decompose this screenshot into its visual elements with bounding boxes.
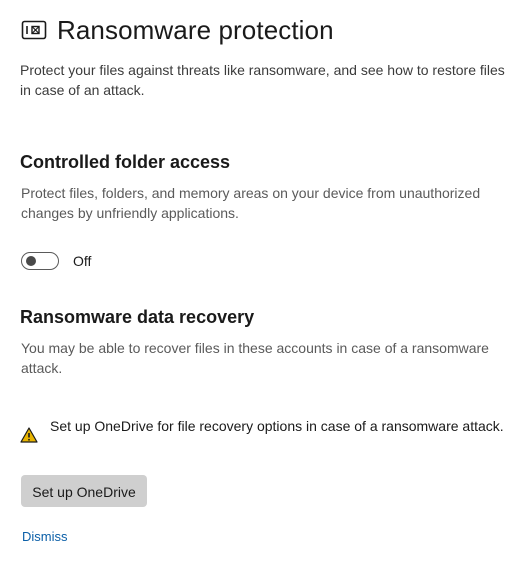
page-description: Protect your files against threats like … [20, 62, 505, 98]
ransomware-shield-icon [21, 20, 47, 40]
page-title: Ransomware protection [57, 15, 334, 45]
onedrive-warning: Set up OneDrive for file recovery option… [20, 416, 510, 443]
toggle-knob [26, 256, 36, 266]
controlled-folder-access-toggle-row: Off [21, 252, 91, 270]
dismiss-link[interactable]: Dismiss [22, 529, 68, 544]
set-up-onedrive-button[interactable]: Set up OneDrive [21, 475, 147, 507]
controlled-folder-access-heading: Controlled folder access [20, 152, 231, 172]
ransomware-protection-page: Ransomware protection Protect your files… [0, 0, 515, 573]
warning-icon [20, 427, 38, 443]
data-recovery-description: You may be able to recover files in thes… [21, 340, 489, 376]
toggle-state-label: Off [73, 253, 92, 269]
controlled-folder-access-toggle[interactable] [21, 252, 59, 270]
page-header: Ransomware protection [21, 14, 334, 46]
data-recovery-heading: Ransomware data recovery [20, 307, 255, 327]
warning-text: Set up OneDrive for file recovery option… [50, 418, 504, 434]
controlled-folder-access-description: Protect files, folders, and memory areas… [21, 185, 481, 221]
